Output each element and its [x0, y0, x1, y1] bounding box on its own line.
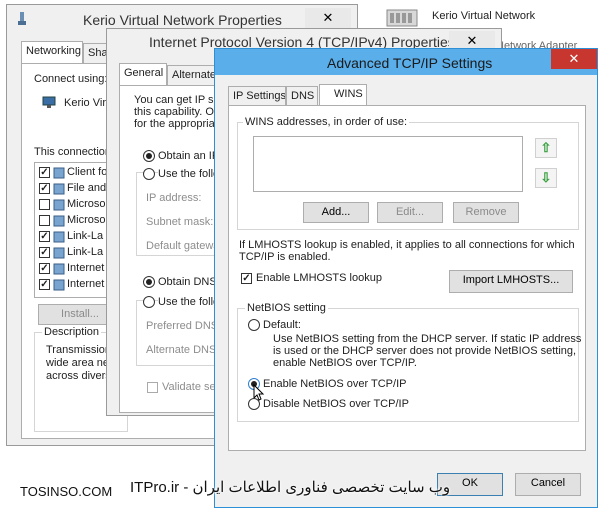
- disable-netbios-label: Disable NetBIOS over TCP/IP: [263, 398, 409, 410]
- component-label: Link-La: [67, 246, 104, 258]
- component-checkbox[interactable]: ✓: [39, 247, 50, 258]
- description-line-2: wide area net: [46, 357, 113, 369]
- adapter-icon: [42, 95, 56, 109]
- enable-lmhosts-checkbox[interactable]: ✓: [241, 273, 252, 284]
- use-following-ip-label: Use the follo: [158, 168, 220, 180]
- down-arrow-icon: ⇩: [540, 170, 552, 185]
- advanced-titlebar: Advanced TCP/IP Settings ✕: [215, 49, 597, 75]
- validate-settings-label: Validate set: [162, 381, 219, 393]
- component-label: File and: [67, 182, 107, 194]
- component-icon: [53, 247, 65, 259]
- component-icon: [53, 263, 65, 275]
- netbios-setting-label: NetBIOS setting: [245, 302, 328, 314]
- watermark-left: TOSINSO.COM: [20, 484, 113, 499]
- tab-ip-settings[interactable]: IP Settings: [228, 86, 286, 106]
- wins-addresses-list[interactable]: [253, 136, 523, 192]
- default-gateway-label: Default gatewa: [146, 240, 220, 252]
- advanced-close-button[interactable]: ✕: [551, 49, 597, 69]
- obtain-ip-radio[interactable]: [143, 150, 155, 162]
- add-button[interactable]: Add...: [303, 202, 369, 223]
- intro-line-2: this capability. Oth: [134, 106, 224, 118]
- component-checkbox[interactable]: ✓: [39, 167, 50, 178]
- back-window-title: Kerio Virtual Network: [432, 10, 536, 22]
- component-checkbox[interactable]: ✓: [39, 231, 50, 242]
- component-checkbox[interactable]: ✓: [39, 183, 50, 194]
- component-label: Client fo: [67, 166, 108, 178]
- kerio-window-title: Kerio Virtual Network Properties: [83, 12, 282, 28]
- component-label: Microso: [67, 214, 106, 226]
- network-adapter-icon: [386, 6, 420, 28]
- component-checkbox[interactable]: [39, 215, 50, 226]
- intro-line-3: for the appropriat: [134, 118, 218, 130]
- enable-lmhosts-label: Enable LMHOSTS lookup: [256, 272, 382, 284]
- use-following-ip-radio[interactable]: [143, 168, 155, 180]
- component-label: Internet: [67, 262, 105, 274]
- use-following-dns-radio[interactable]: [143, 296, 155, 308]
- this-connection-label: This connection: [34, 146, 112, 158]
- default-netbios-radio[interactable]: [248, 319, 260, 331]
- advanced-tcpip-window: Advanced TCP/IP Settings ✕ IP Settings D…: [214, 48, 598, 508]
- validate-settings-checkbox[interactable]: [147, 382, 158, 393]
- component-checkbox[interactable]: ✓: [39, 279, 50, 290]
- component-label: Internet: [67, 278, 105, 290]
- move-down-button[interactable]: ⇩: [535, 168, 557, 188]
- lmhosts-info-line-2: TCP/IP is enabled.: [239, 251, 331, 263]
- tab-alternate[interactable]: Alternate: [167, 65, 215, 85]
- description-line-1: Transmission: [46, 344, 111, 356]
- component-icon: [53, 167, 65, 179]
- component-icon: [53, 231, 65, 243]
- component-label: Link-La: [67, 230, 104, 242]
- up-arrow-icon: ⇧: [540, 140, 552, 155]
- kerio-close-button[interactable]: ✕: [305, 8, 351, 29]
- component-icon: [53, 183, 65, 195]
- lmhosts-info-line-1: If LMHOSTS lookup is enabled, it applies…: [239, 239, 575, 251]
- cancel-button[interactable]: Cancel: [515, 473, 581, 496]
- use-following-dns-label: Use the follo: [158, 296, 220, 308]
- move-up-button[interactable]: ⇧: [535, 138, 557, 158]
- obtain-ip-label: Obtain an IP: [158, 150, 220, 162]
- enable-netbios-label: Enable NetBIOS over TCP/IP: [263, 378, 407, 390]
- default-desc-line-3: enable NetBIOS over TCP/IP.: [273, 357, 417, 369]
- import-lmhosts-button[interactable]: Import LMHOSTS...: [449, 270, 573, 293]
- dns-group: [136, 300, 226, 366]
- component-checkbox[interactable]: [39, 199, 50, 210]
- default-netbios-label: Default:: [263, 319, 301, 331]
- tab-networking[interactable]: Networking: [21, 41, 83, 63]
- subnet-mask-label: Subnet mask:: [146, 216, 214, 228]
- component-label: Microso: [67, 198, 106, 210]
- default-desc-line-1: Use NetBIOS setting from the DHCP server…: [273, 333, 582, 345]
- remove-button[interactable]: Remove: [453, 202, 519, 223]
- component-icon: [53, 279, 65, 291]
- obtain-dns-radio[interactable]: [143, 276, 155, 288]
- tab-dns[interactable]: DNS: [286, 86, 318, 106]
- component-icon: [53, 215, 65, 227]
- network-icon: [17, 12, 27, 26]
- tab-wins[interactable]: WINS: [319, 84, 367, 106]
- advanced-window-title: Advanced TCP/IP Settings: [327, 55, 493, 71]
- tab-general[interactable]: General: [119, 63, 167, 85]
- intro-line-1: You can get IP se: [134, 94, 220, 106]
- component-icon: [53, 199, 65, 211]
- ip-address-label: IP address:: [146, 192, 202, 204]
- wins-panel: WINS addresses, in order of use: ⇧ ⇩ Add…: [228, 105, 586, 451]
- disable-netbios-radio[interactable]: [248, 398, 260, 410]
- component-checkbox[interactable]: ✓: [39, 263, 50, 274]
- edit-button[interactable]: Edit...: [377, 202, 443, 223]
- wins-addresses-label: WINS addresses, in order of use:: [243, 116, 410, 128]
- connect-using-label: Connect using:: [34, 73, 108, 85]
- watermark-right: ITPro.ir - وب سایت تخصصی فناوری اطلاعات …: [130, 479, 451, 496]
- default-desc-line-2: is used or the DHCP server does not prov…: [273, 345, 577, 357]
- description-label: Description: [42, 326, 102, 338]
